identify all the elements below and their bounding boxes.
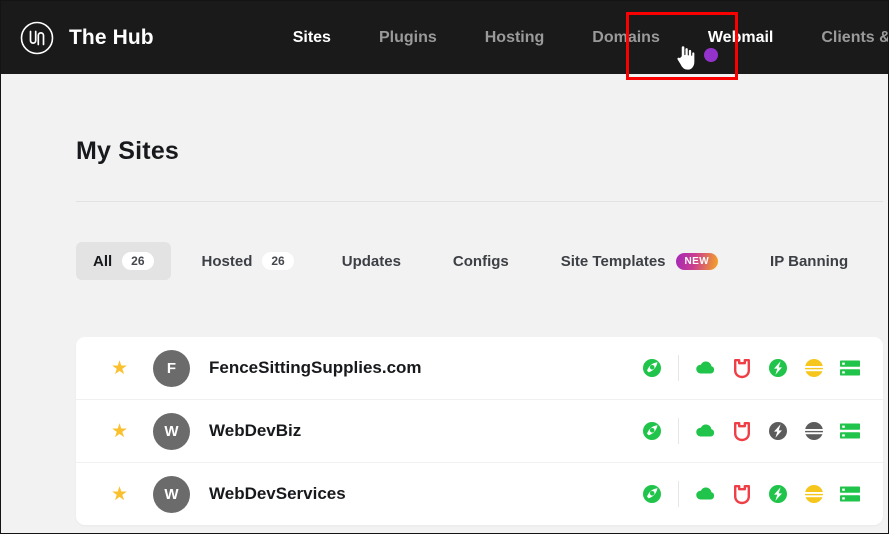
star-filled-icon[interactable]: ★ bbox=[111, 359, 129, 378]
service-divider bbox=[678, 418, 679, 444]
table-row[interactable]: ★ W WebDevServices bbox=[76, 463, 883, 525]
defender-shield-icon[interactable] bbox=[724, 358, 760, 379]
tab-site-templates-label: Site Templates bbox=[560, 252, 666, 270]
tab-all-count: 26 bbox=[122, 252, 154, 270]
hummingbird-cloud-icon[interactable] bbox=[688, 358, 724, 378]
tab-all[interactable]: All 26 bbox=[76, 242, 171, 280]
beehive-list-icon[interactable] bbox=[832, 485, 868, 503]
top-navigation-bar: The Hub Sites Plugins Hosting Domains We… bbox=[1, 1, 888, 80]
nav-item-webmail[interactable]: Webmail bbox=[684, 1, 798, 74]
tab-ip-banning[interactable]: IP Banning bbox=[753, 242, 865, 280]
webmail-notification-dot bbox=[704, 48, 718, 62]
avatar: W bbox=[153, 475, 190, 513]
smush-globe-icon[interactable] bbox=[634, 421, 670, 441]
nav-item-clients-billing[interactable]: Clients & Billing bbox=[797, 1, 888, 74]
tab-all-label: All bbox=[93, 252, 113, 270]
site-name[interactable]: WebDevBiz bbox=[209, 421, 301, 441]
hustle-bolt-icon[interactable] bbox=[760, 358, 796, 378]
defender-shield-icon[interactable] bbox=[724, 484, 760, 505]
tab-hosted-count: 26 bbox=[262, 252, 294, 270]
table-row[interactable]: ★ W WebDevBiz bbox=[76, 400, 883, 463]
service-icons bbox=[634, 418, 868, 444]
tab-ip-banning-label: IP Banning bbox=[770, 252, 849, 270]
nav-item-plugins[interactable]: Plugins bbox=[355, 1, 461, 74]
smush-globe-icon[interactable] bbox=[634, 358, 670, 378]
forminator-sun-icon[interactable] bbox=[796, 358, 832, 378]
star-filled-icon[interactable]: ★ bbox=[111, 485, 129, 504]
tab-updates[interactable]: Updates bbox=[325, 242, 418, 280]
site-name[interactable]: FenceSittingSupplies.com bbox=[209, 358, 422, 378]
title-divider bbox=[76, 201, 883, 202]
app-window: The Hub Sites Plugins Hosting Domains We… bbox=[0, 0, 889, 534]
tab-site-templates[interactable]: Site Templates NEW bbox=[544, 242, 735, 280]
new-badge: NEW bbox=[675, 252, 719, 270]
hustle-bolt-icon[interactable] bbox=[760, 421, 796, 441]
page-content: My Sites All 26 Hosted 26 Updates Config… bbox=[1, 74, 888, 533]
star-filled-icon[interactable]: ★ bbox=[111, 422, 129, 441]
page-title: My Sites bbox=[76, 137, 180, 165]
avatar: F bbox=[153, 349, 190, 387]
filter-tabs: All 26 Hosted 26 Updates Configs Site Te… bbox=[76, 242, 865, 280]
tab-hosted-label: Hosted bbox=[201, 252, 253, 270]
smush-globe-icon[interactable] bbox=[634, 484, 670, 504]
site-name[interactable]: WebDevServices bbox=[209, 484, 346, 504]
hummingbird-cloud-icon[interactable] bbox=[688, 421, 724, 441]
hustle-bolt-icon[interactable] bbox=[760, 484, 796, 504]
pointing-hand-cursor-icon bbox=[675, 43, 697, 73]
tab-configs-label: Configs bbox=[452, 252, 509, 270]
service-icons bbox=[634, 355, 868, 381]
service-icons bbox=[634, 481, 868, 507]
sites-list-card: ★ F FenceSittingSupplies.com ★ W WebDevB… bbox=[76, 337, 883, 525]
tab-hosted[interactable]: Hosted 26 bbox=[185, 242, 311, 280]
forminator-sun-icon[interactable] bbox=[796, 421, 832, 441]
hummingbird-cloud-icon[interactable] bbox=[688, 484, 724, 504]
avatar: W bbox=[153, 412, 190, 450]
wpmudev-circle-logo-icon bbox=[19, 20, 55, 56]
nav-item-hosting[interactable]: Hosting bbox=[461, 1, 569, 74]
brand-title: The Hub bbox=[69, 25, 154, 49]
brand-area[interactable]: The Hub bbox=[19, 20, 154, 56]
service-divider bbox=[678, 481, 679, 507]
tab-configs[interactable]: Configs bbox=[436, 242, 526, 280]
service-divider bbox=[678, 355, 679, 381]
beehive-list-icon[interactable] bbox=[832, 422, 868, 440]
main-nav: Sites Plugins Hosting Domains Webmail Cl… bbox=[273, 1, 888, 74]
table-row[interactable]: ★ F FenceSittingSupplies.com bbox=[76, 337, 883, 400]
nav-item-sites[interactable]: Sites bbox=[273, 1, 355, 74]
tab-updates-label: Updates bbox=[341, 252, 401, 270]
nav-item-domains[interactable]: Domains bbox=[568, 1, 684, 74]
defender-shield-icon[interactable] bbox=[724, 421, 760, 442]
forminator-sun-icon[interactable] bbox=[796, 484, 832, 504]
beehive-list-icon[interactable] bbox=[832, 359, 868, 377]
